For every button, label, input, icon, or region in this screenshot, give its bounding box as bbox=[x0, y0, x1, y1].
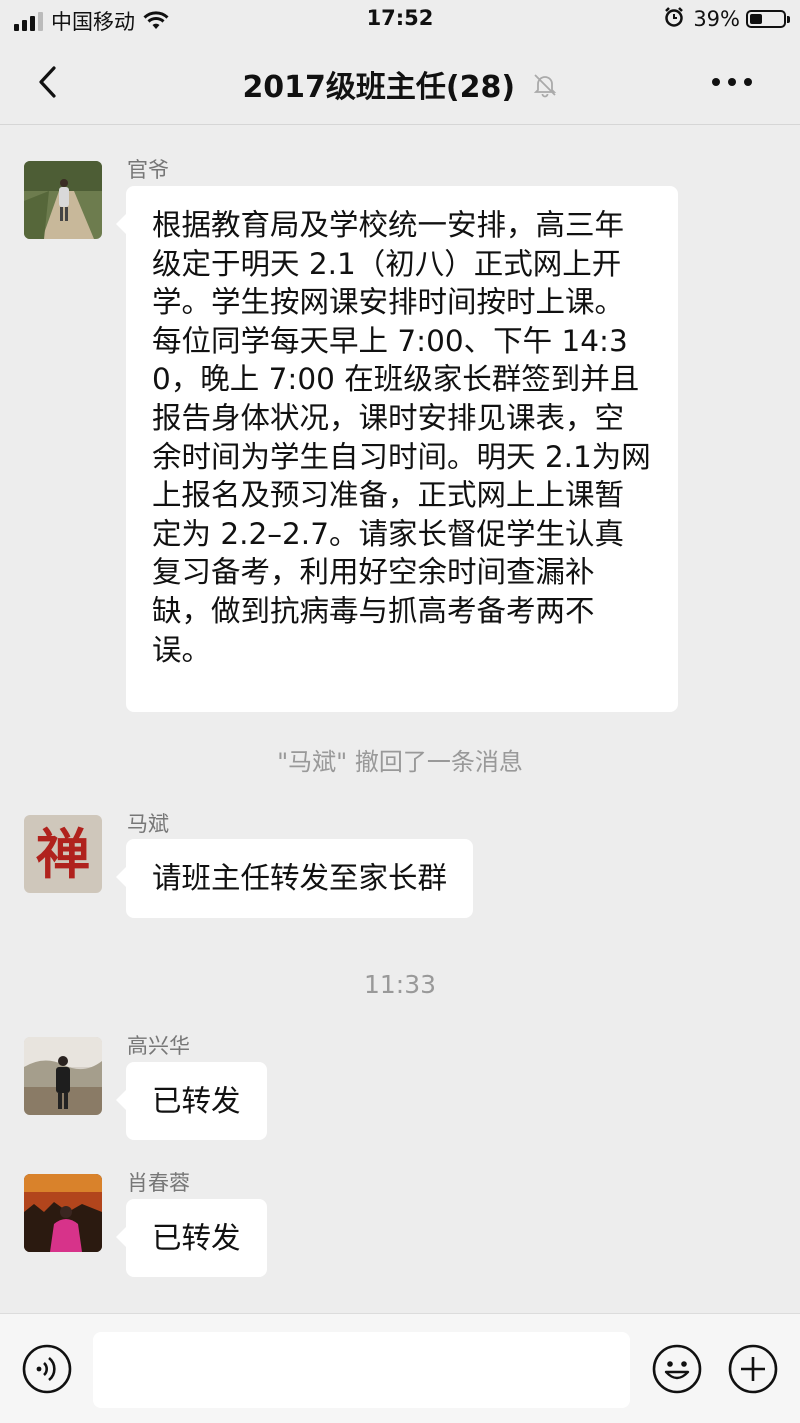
message-bubble[interactable]: 根据教育局及学校统一安排，高三年级定于明天 2.1（初八）正式网上开学。学生按网… bbox=[116, 186, 678, 712]
message-bubble[interactable]: 请班主任转发至家长群 bbox=[115, 839, 474, 918]
chat-title: 2017级班主任(28) bbox=[242, 70, 516, 105]
status-bar: 中国移动 17:52 39% bbox=[0, 0, 800, 40]
more-dots-icon[interactable] bbox=[712, 72, 762, 92]
avatar[interactable] bbox=[24, 1037, 102, 1115]
message-bubble[interactable]: 已转发 bbox=[116, 1199, 267, 1277]
svg-text:禅: 禅 bbox=[36, 822, 90, 886]
emoji-icon[interactable] bbox=[652, 1344, 702, 1394]
alarm-icon bbox=[663, 6, 685, 32]
voice-icon[interactable] bbox=[22, 1344, 72, 1394]
battery-fill bbox=[750, 14, 763, 24]
battery-percent: 39% bbox=[693, 7, 740, 31]
muted-bell-icon bbox=[532, 71, 558, 106]
recall-notice: "马斌" 撤回了一条消息 bbox=[277, 748, 523, 776]
sender-name: 官爷 bbox=[127, 158, 169, 182]
sender-name: 高兴华 bbox=[127, 1034, 190, 1058]
chat-title-wrap: 2017级班主任(28) bbox=[0, 62, 800, 106]
avatar[interactable]: 禅 bbox=[24, 815, 102, 893]
plus-icon[interactable] bbox=[728, 1344, 778, 1394]
timestamp: 11:33 bbox=[363, 970, 437, 999]
message-input[interactable] bbox=[93, 1332, 630, 1408]
avatar[interactable] bbox=[24, 1174, 102, 1252]
sender-name: 马斌 bbox=[127, 812, 169, 836]
status-right: 39% bbox=[663, 6, 790, 32]
input-bar bbox=[0, 1313, 800, 1423]
message-bubble[interactable]: 已转发 bbox=[116, 1062, 267, 1140]
sender-name: 肖春蓉 bbox=[127, 1171, 190, 1195]
battery-icon bbox=[746, 10, 790, 28]
chat-header: 2017级班主任(28) bbox=[0, 40, 800, 125]
avatar[interactable] bbox=[24, 161, 102, 239]
